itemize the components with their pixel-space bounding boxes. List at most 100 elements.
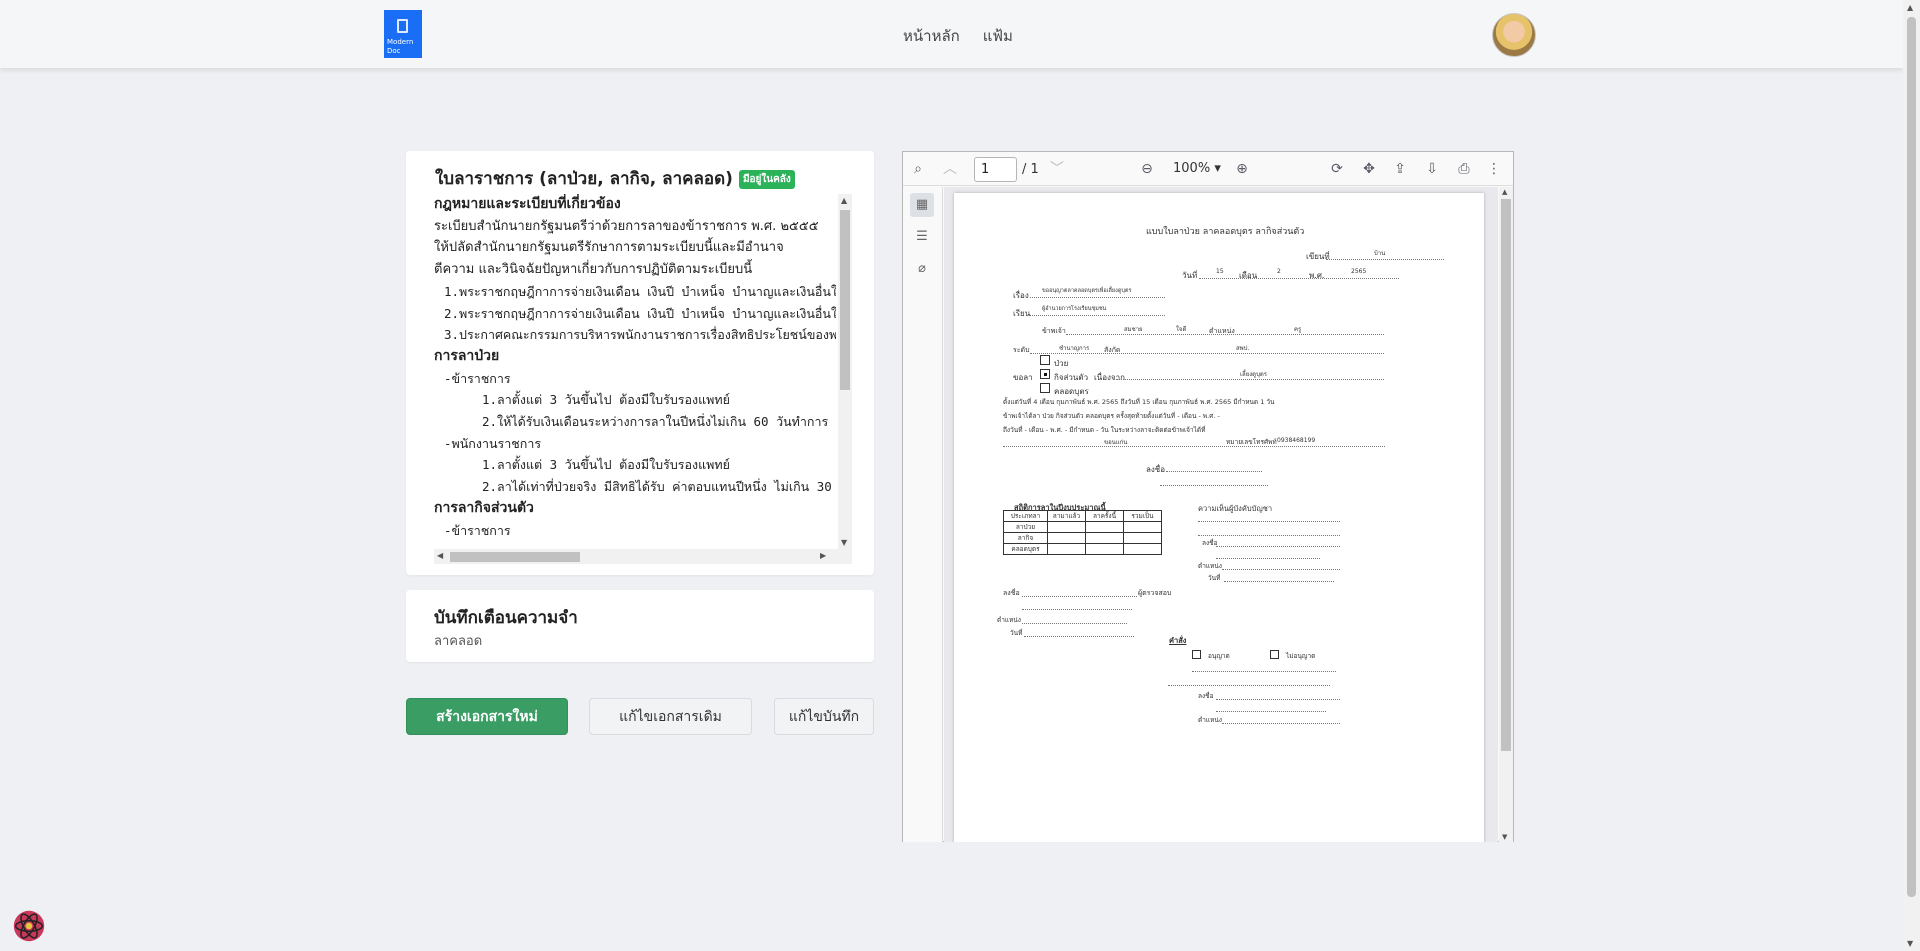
- create-document-button[interactable]: สร้างเอกสารใหม่: [406, 698, 568, 735]
- date-year-label: พ.ศ.: [1309, 271, 1325, 280]
- approve-label: อนุญาต: [1208, 652, 1230, 660]
- table-header-cell: ลาครั้งนี้: [1085, 510, 1124, 522]
- table-row: ลากิจ: [1003, 532, 1162, 544]
- document-icon: [397, 19, 408, 33]
- thumbnails-icon[interactable]: ▦: [910, 193, 934, 217]
- scroll-up-arrow-icon[interactable]: ▲: [1907, 3, 1913, 12]
- phone-value: 0938468199: [1277, 437, 1316, 444]
- scroll-right-arrow-icon[interactable]: ▶: [820, 551, 826, 560]
- pdf-page-area[interactable]: แบบใบลาป่วย ลาคลอดบุตร ลากิจส่วนตัว เขีย…: [944, 187, 1498, 842]
- chevron-down-icon: ▾: [1214, 161, 1221, 176]
- document-text-line: 1.ลาตั้งแต่ 3 วันขึ้นไป ต้องมีใบรับรองแพ…: [482, 392, 730, 408]
- top-navbar: Modern Doc หน้าหลัก แฟ้ม: [0, 0, 1903, 68]
- logo-text-line1: Modern: [387, 38, 414, 46]
- hand-tool-icon[interactable]: ✥: [1360, 160, 1378, 178]
- scroll-left-arrow-icon[interactable]: ◀: [437, 551, 443, 560]
- document-text-scroll[interactable]: กฎหมายและระเบียบที่เกี่ยวข้อง ระเบียบสำนั…: [434, 194, 852, 566]
- outline-icon[interactable]: ☰: [910, 225, 934, 249]
- devtools-gear-icon[interactable]: [10, 907, 48, 945]
- dept-label: สังกัด: [1104, 346, 1121, 354]
- document-text-line: การลาป่วย: [434, 347, 500, 364]
- page-scrollbar[interactable]: ▲ ▼: [1903, 0, 1920, 951]
- document-text-line: -ข้าราชการ: [444, 522, 511, 538]
- scroll-up-arrow-icon[interactable]: ▲: [841, 196, 847, 205]
- print-icon[interactable]: ⎙: [1455, 160, 1473, 178]
- document-text-line: -พนักงานราชการ: [444, 435, 542, 451]
- zoom-out-icon[interactable]: ⊖: [1138, 160, 1156, 178]
- pdf-toolbar: ⌕ ︿ 1 / 1 ﹀ ⊖ 100% ▾ ⊕ ⟳ ✥ ⇪ ⇩ ⎙ ⋮: [903, 152, 1513, 186]
- level-value: ชำนาญการ: [1059, 345, 1090, 352]
- approve-checkbox[interactable]: [1192, 650, 1201, 659]
- memo-card: บันทึกเตือนความจำ ลาคลอด: [406, 590, 874, 662]
- nav-folder-link[interactable]: แฟ้ม: [983, 24, 1013, 48]
- scroll-up-arrow-icon[interactable]: ▲: [1502, 188, 1507, 196]
- me-surname: ใจดี: [1176, 326, 1187, 333]
- document-text-line: 3.ประกาศคณะกรรมการบริหารพนักงานราชการเรื…: [444, 327, 836, 343]
- document-text-line: กฎหมายและระเบียบที่เกี่ยวข้อง: [434, 196, 621, 212]
- zoom-in-icon[interactable]: ⊕: [1233, 160, 1251, 178]
- memo-title: บันทึกเตือนความจำ: [434, 608, 578, 628]
- nav-home-link[interactable]: หน้าหลัก: [903, 24, 960, 48]
- contact-place: ขอนแก่น: [1104, 439, 1128, 446]
- me-label: ข้าพเจ้า: [1042, 327, 1066, 335]
- scroll-down-arrow-icon[interactable]: ▼: [1907, 939, 1913, 948]
- more-options-icon[interactable]: ⋮: [1485, 160, 1503, 178]
- document-vertical-scrollbar[interactable]: ▲ ▼: [838, 194, 852, 549]
- upload-icon[interactable]: ⇪: [1391, 160, 1409, 178]
- pdf-viewer: ⌕ ︿ 1 / 1 ﹀ ⊖ 100% ▾ ⊕ ⟳ ✥ ⇪ ⇩ ⎙ ⋮ ▦ ☰ ⌀…: [902, 151, 1514, 842]
- to-label: เรียน: [1013, 309, 1031, 318]
- personal-checkbox[interactable]: [1040, 369, 1050, 379]
- deny-label: ไม่อนุญาต: [1286, 652, 1316, 660]
- position-value: ครู: [1294, 326, 1302, 333]
- period-line: ตั้งแต่วันที่ 4 เดือน กุมภาพันธ์ พ.ศ. 25…: [1003, 398, 1275, 406]
- checker-date-label: วันที่: [1010, 629, 1023, 637]
- attachment-icon[interactable]: ⌀: [910, 257, 934, 281]
- request-label: ขอลา: [1013, 373, 1033, 382]
- previous-page-icon[interactable]: ︿: [941, 160, 959, 178]
- next-page-icon[interactable]: ﹀: [1048, 160, 1066, 178]
- subject-label: เรื่อง: [1013, 291, 1029, 300]
- edit-memo-button[interactable]: แก้ไขบันทึก: [774, 698, 874, 735]
- level-label: ระดับ: [1013, 346, 1030, 354]
- deny-checkbox[interactable]: [1270, 650, 1279, 659]
- document-text: กฎหมายและระเบียบที่เกี่ยวข้อง ระเบียบสำนั…: [434, 194, 836, 549]
- download-icon[interactable]: ⇩: [1423, 160, 1441, 178]
- sick-checkbox[interactable]: [1040, 355, 1050, 365]
- maternity-checkbox[interactable]: [1040, 383, 1050, 393]
- page-count: / 1: [1022, 162, 1039, 177]
- rotate-icon[interactable]: ⟳: [1328, 160, 1346, 178]
- pdf-vertical-scrollbar[interactable]: ▲ ▼: [1499, 187, 1513, 842]
- personal-option-label: กิจส่วนตัว: [1054, 373, 1089, 382]
- scroll-down-arrow-icon[interactable]: ▼: [841, 538, 847, 547]
- scroll-down-arrow-icon[interactable]: ▼: [1502, 833, 1507, 841]
- page-scroll-thumb[interactable]: [1907, 17, 1916, 897]
- page-number-input[interactable]: 1: [974, 157, 1017, 182]
- document-horizontal-scrollbar[interactable]: ◀ ▶: [434, 549, 852, 564]
- document-text-line: ให้ปลัดสำนักนายกรัฐมนตรีรักษาการตามระเบี…: [434, 240, 784, 256]
- date-month: 2: [1277, 268, 1281, 275]
- pdf-page: แบบใบลาป่วย ลาคลอดบุตร ลากิจส่วนตัว เขีย…: [954, 193, 1484, 842]
- edit-document-button[interactable]: แก้ไขเอกสารเดิม: [589, 698, 752, 735]
- document-title-text: ใบลาราชการ (ลาป่วย, ลากิจ, ลาคลอด): [435, 169, 733, 189]
- search-icon[interactable]: ⌕: [909, 160, 927, 178]
- position-label: ตำแหน่ง: [1209, 327, 1235, 335]
- document-title: ใบลาราชการ (ลาป่วย, ลากิจ, ลาคลอด) มีอยู่…: [435, 165, 795, 192]
- zoom-select[interactable]: 100% ▾: [1173, 161, 1221, 176]
- pdf-scroll-thumb[interactable]: [1501, 199, 1511, 751]
- app-logo[interactable]: Modern Doc: [384, 10, 422, 58]
- opinion-date-label: วันที่: [1208, 574, 1221, 582]
- vertical-scroll-thumb[interactable]: [840, 210, 850, 390]
- pdf-sidebar: ▦ ☰ ⌀: [903, 187, 943, 842]
- document-text-line: การลากิจส่วนตัว: [434, 499, 534, 516]
- horizontal-scroll-thumb[interactable]: [450, 552, 580, 562]
- table-header-cell: ลามาแล้ว: [1047, 510, 1086, 522]
- user-avatar[interactable]: [1492, 13, 1536, 57]
- table-row: ประเภทลา ลามาแล้ว ลาครั้งนี้ รวมเป็น: [1003, 510, 1162, 522]
- document-text-line: 2.ลาได้เท่าที่ป่วยจริง มีสิทธิได้รับ ค่า…: [482, 479, 836, 495]
- checker-label: ผู้ตรวจสอบ: [1138, 589, 1172, 597]
- signature-label: ลงชื่อ: [1146, 465, 1166, 474]
- table-header-cell: ประเภทลา: [1003, 510, 1048, 522]
- document-text-line: 2.พระราชกฤษฎีกาการจ่ายเงินเดือน เงินปี บ…: [444, 305, 836, 321]
- date-month-label: เดือน: [1239, 271, 1258, 280]
- reason-label: เนื่องจาก: [1094, 373, 1125, 382]
